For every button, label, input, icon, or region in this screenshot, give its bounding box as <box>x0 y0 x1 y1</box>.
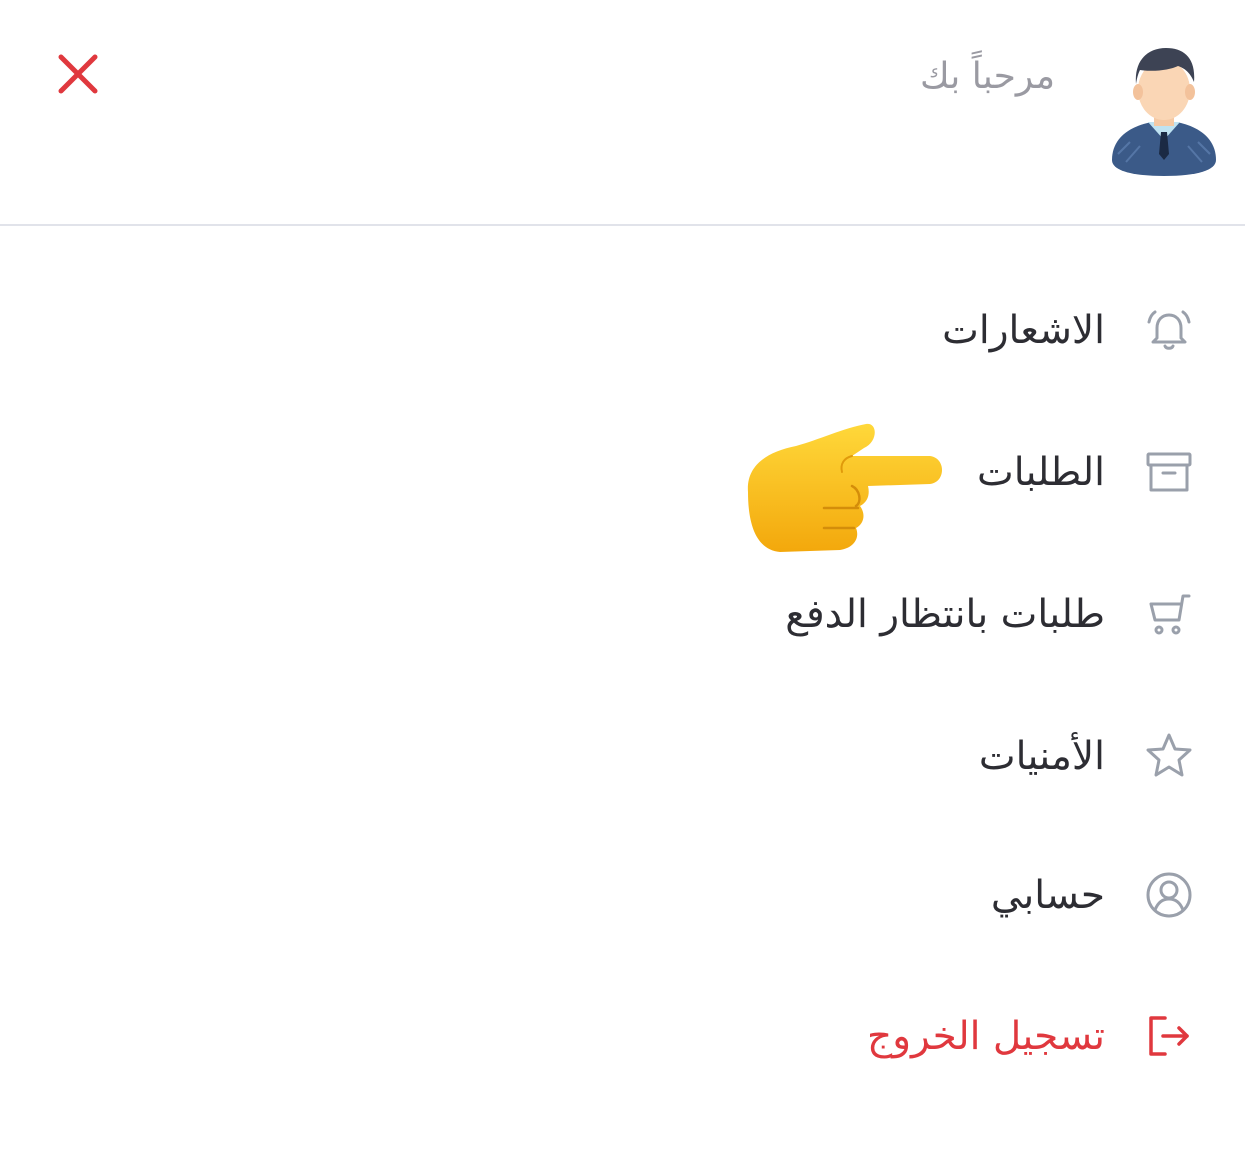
menu-item-label: طلبات بانتظار الدفع <box>785 591 1105 637</box>
menu-item-pending-payment[interactable]: طلبات بانتظار الدفع <box>785 574 1195 654</box>
menu-item-orders[interactable]: الطلبات <box>977 432 1195 512</box>
pointing-hand-emoji <box>740 420 946 554</box>
user-circle-icon <box>1143 869 1195 921</box>
menu-item-logout[interactable]: تسجيل الخروج <box>867 996 1195 1076</box>
logout-icon <box>1143 1010 1195 1062</box>
menu-item-label: الأمنيات <box>978 733 1105 779</box>
menu-item-account[interactable]: حسابي <box>991 855 1195 935</box>
bell-icon <box>1143 304 1195 356</box>
cart-icon <box>1143 588 1195 640</box>
menu-item-wishlist[interactable]: الأمنيات <box>979 716 1195 796</box>
star-icon <box>1143 730 1195 782</box>
menu-item-label: تسجيل الخروج <box>867 1013 1105 1059</box>
menu-item-label: الطلبات <box>977 449 1105 495</box>
menu-item-notifications[interactable]: الاشعارات <box>942 290 1195 370</box>
archive-box-icon <box>1143 446 1195 498</box>
side-menu: الاشعارات الطلبات طلبات بانتظار الدفع ال… <box>0 0 1245 1152</box>
menu-item-label: حسابي <box>990 872 1105 918</box>
menu-item-label: الاشعارات <box>942 307 1105 353</box>
